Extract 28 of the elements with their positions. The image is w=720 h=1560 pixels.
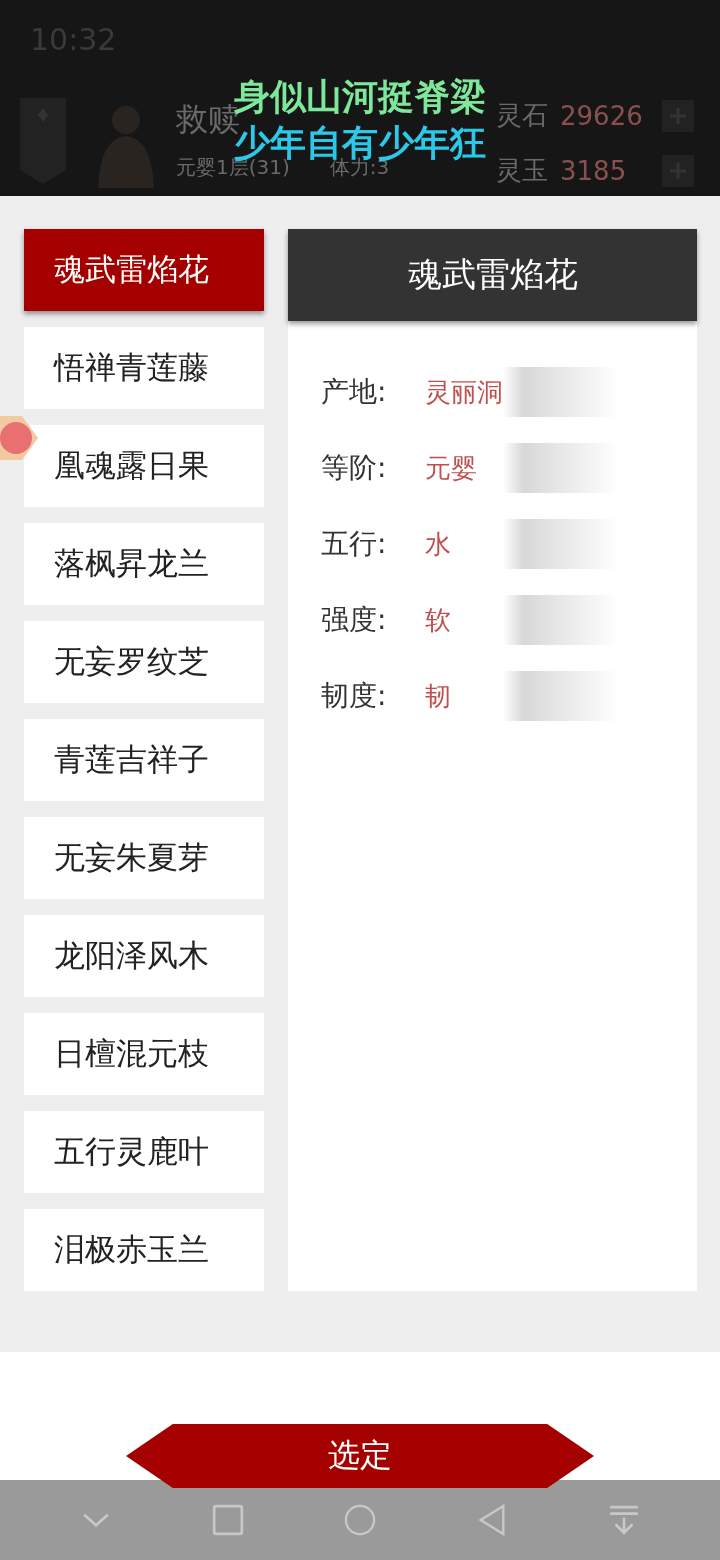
currency-label: 灵玉 — [496, 154, 548, 187]
herb-item[interactable]: 青莲吉祥子 — [24, 719, 264, 801]
herb-item[interactable]: 龙阳泽风木 — [24, 915, 264, 997]
download-icon[interactable] — [608, 1504, 640, 1536]
detail-title: 魂武雷焰花 — [288, 229, 697, 321]
confirm-button[interactable]: 选定 — [126, 1424, 594, 1488]
banner-icon — [20, 98, 66, 184]
square-icon[interactable] — [212, 1504, 244, 1536]
currency-value: 29626 — [560, 100, 644, 131]
attribute-label: 韧度: — [321, 678, 388, 714]
attribute-label: 等阶: — [321, 450, 388, 486]
herb-item[interactable]: 五行灵鹿叶 — [24, 1111, 264, 1193]
herb-item[interactable]: 无妄罗纹芝 — [24, 621, 264, 703]
plus-button[interactable] — [662, 154, 694, 187]
plus-button[interactable] — [662, 99, 694, 132]
herb-item[interactable]: 泪极赤玉兰 — [24, 1209, 264, 1291]
herb-item[interactable]: 落枫昇龙兰 — [24, 523, 264, 605]
currency-label: 灵石 — [496, 99, 548, 132]
currency-value: 3185 — [560, 155, 628, 186]
home-icon[interactable] — [344, 1504, 376, 1536]
herb-item[interactable]: 无妄朱夏芽 — [24, 817, 264, 899]
herb-item[interactable]: 日檀混元枝 — [24, 1013, 264, 1095]
attribute-label: 五行: — [321, 526, 388, 562]
herb-item[interactable]: 凰魂露日果 — [24, 425, 264, 507]
herb-item[interactable]: 悟禅青莲藤 — [24, 327, 264, 409]
herb-item[interactable]: 魂武雷焰花 — [24, 229, 264, 311]
attribute-label: 产地: — [321, 374, 388, 410]
attribute-label: 强度: — [321, 602, 388, 638]
